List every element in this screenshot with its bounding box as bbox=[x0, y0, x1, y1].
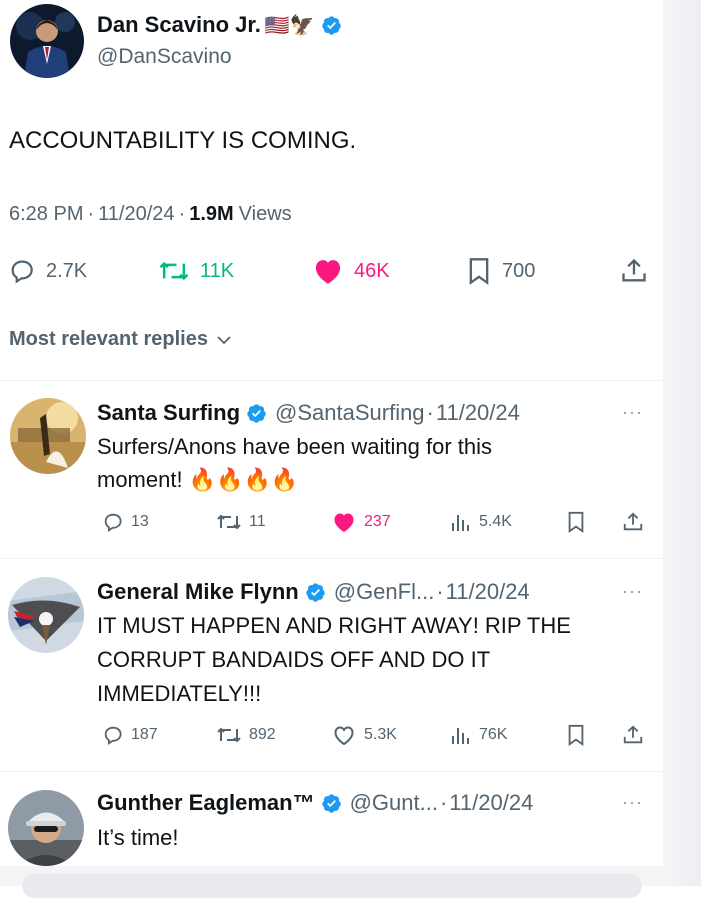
reply-author-name[interactable]: General Mike Flynn bbox=[97, 579, 299, 605]
verified-badge-icon bbox=[321, 793, 342, 814]
reply-count: 2.7K bbox=[46, 259, 88, 282]
sort-label: Most relevant replies bbox=[9, 328, 208, 350]
verified-badge-icon bbox=[246, 403, 267, 424]
bookmark-button[interactable] bbox=[566, 511, 586, 533]
reply-author-name[interactable]: Gunther Eagleman™ bbox=[97, 790, 315, 816]
reply-date[interactable]: 11/20/24 bbox=[436, 400, 520, 426]
more-options-icon[interactable]: ··· bbox=[622, 402, 643, 423]
views-button[interactable]: 76K bbox=[450, 724, 507, 746]
share-icon bbox=[622, 258, 646, 282]
reply-count: 13 bbox=[131, 513, 149, 530]
reply-author-handle[interactable]: @GenFl... bbox=[334, 579, 435, 605]
repost-count: 892 bbox=[249, 726, 276, 743]
reply-text-line: It’s time! bbox=[97, 825, 179, 850]
reply-author-handle[interactable]: @SantaSurfing bbox=[275, 400, 425, 426]
reply-text-line: IT MUST HAPPEN AND RIGHT AWAY! RIP THE bbox=[97, 613, 571, 638]
reply-avatar[interactable] bbox=[10, 398, 86, 474]
reply-text-line: Surfers/Anons have been waiting for this bbox=[97, 434, 493, 459]
reply-header: Santa Surfing @SantaSurfing · 11/20/24 bbox=[97, 398, 520, 428]
meta-separator: · bbox=[87, 203, 95, 225]
like-button[interactable]: 237 bbox=[331, 511, 391, 533]
repost-icon bbox=[217, 514, 241, 530]
heart-icon bbox=[334, 513, 354, 532]
tweet-time[interactable]: 6:28 PM bbox=[9, 203, 83, 226]
divider bbox=[0, 771, 663, 772]
reply-button[interactable]: 2.7K bbox=[8, 257, 87, 285]
reply-count: 187 bbox=[131, 726, 158, 743]
flag-eagle-emoji: 🇺🇸🦅 bbox=[264, 14, 315, 37]
like-button[interactable]: 5.3K bbox=[331, 724, 397, 746]
sort-replies-dropdown[interactable]: Most relevant replies bbox=[9, 328, 234, 351]
reply-icon bbox=[104, 513, 122, 532]
meta-separator: · bbox=[439, 790, 448, 815]
author-name-row: Dan Scavino Jr. 🇺🇸🦅 bbox=[97, 10, 342, 40]
repost-icon bbox=[159, 261, 189, 281]
analytics-icon bbox=[452, 728, 469, 744]
bookmark-icon bbox=[568, 511, 584, 533]
views-count: 76K bbox=[479, 726, 508, 743]
meta-separator: · bbox=[178, 203, 186, 225]
bookmark-button[interactable] bbox=[566, 724, 586, 746]
repost-count: 11K bbox=[200, 259, 235, 282]
reply-button[interactable]: 13 bbox=[102, 511, 149, 533]
background-edge bbox=[663, 0, 701, 886]
reply-header: General Mike Flynn @GenFl... · 11/20/24 bbox=[97, 577, 530, 607]
bookmark-count: 700 bbox=[502, 259, 536, 282]
author-name[interactable]: Dan Scavino Jr. bbox=[97, 12, 261, 38]
reply-composer[interactable] bbox=[22, 874, 642, 898]
reply-text-line: IMMEDIATELY!!! bbox=[97, 681, 262, 706]
repost-button[interactable]: 11 bbox=[216, 511, 266, 533]
share-icon bbox=[623, 725, 643, 744]
tweet-date[interactable]: 11/20/24 bbox=[98, 203, 174, 226]
reply-avatar[interactable] bbox=[8, 790, 84, 866]
reply-author-handle[interactable]: @Gunt... bbox=[350, 790, 438, 816]
verified-badge-icon bbox=[321, 15, 342, 36]
reply-date[interactable]: 11/20/24 bbox=[449, 790, 533, 816]
reply-avatar[interactable] bbox=[8, 577, 84, 653]
reply-date[interactable]: 11/20/24 bbox=[446, 579, 530, 605]
reply-header: Gunther Eagleman™ @Gunt... · 11/20/24 bbox=[97, 788, 533, 818]
like-count: 5.3K bbox=[364, 726, 397, 743]
repost-count: 11 bbox=[249, 513, 266, 530]
heart-outline-icon bbox=[334, 726, 354, 746]
reply-text-line: moment! 🔥🔥🔥🔥 bbox=[97, 467, 299, 492]
repost-icon bbox=[217, 727, 241, 743]
reply-button[interactable]: 187 bbox=[102, 724, 158, 746]
meta-separator: · bbox=[436, 579, 444, 604]
meta-separator: · bbox=[426, 400, 434, 425]
bookmark-icon bbox=[469, 258, 489, 285]
like-button[interactable]: 46K bbox=[312, 257, 390, 285]
views-label: Views bbox=[238, 203, 292, 225]
share-button[interactable] bbox=[622, 724, 644, 746]
reply-text-line: CORRUPT BANDAIDS OFF AND DO IT bbox=[97, 647, 491, 672]
bookmark-icon bbox=[568, 724, 584, 746]
author-handle[interactable]: @DanScavino bbox=[97, 45, 232, 69]
verified-badge-icon bbox=[305, 582, 326, 603]
repost-button[interactable]: 11K bbox=[158, 257, 234, 285]
repost-button[interactable]: 892 bbox=[216, 724, 276, 746]
reply-author-name[interactable]: Santa Surfing bbox=[97, 400, 240, 426]
tweet-meta: 6:28 PM · 11/20/24 · 1.9M Views bbox=[9, 203, 292, 226]
bookmark-button[interactable]: 700 bbox=[466, 257, 535, 285]
more-options-icon[interactable]: ··· bbox=[622, 581, 643, 602]
share-button[interactable] bbox=[620, 257, 648, 285]
author-avatar[interactable] bbox=[10, 4, 84, 78]
tweet-text: ACCOUNTABILITY IS COMING. bbox=[9, 127, 357, 154]
share-icon bbox=[623, 512, 643, 531]
divider bbox=[0, 558, 663, 559]
views-count: 5.4K bbox=[479, 513, 512, 530]
share-button[interactable] bbox=[622, 511, 644, 533]
reply-icon bbox=[104, 726, 122, 745]
chevron-down-icon bbox=[217, 335, 231, 344]
views-button[interactable]: 5.4K bbox=[450, 511, 512, 533]
more-options-icon[interactable]: ··· bbox=[622, 792, 643, 813]
views-count: 1.9M bbox=[189, 203, 234, 225]
divider bbox=[0, 380, 663, 381]
like-count: 46K bbox=[354, 259, 390, 282]
heart-icon bbox=[315, 260, 341, 284]
like-count: 237 bbox=[364, 513, 391, 530]
reply-icon bbox=[11, 260, 33, 284]
analytics-icon bbox=[452, 515, 469, 531]
